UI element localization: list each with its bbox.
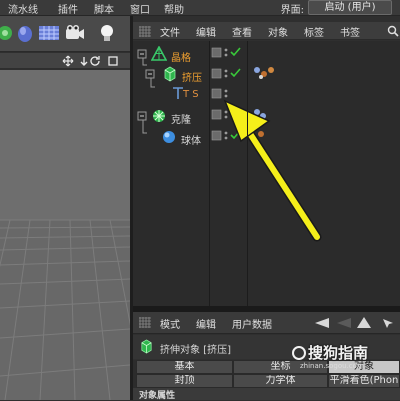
tab-phong[interactable]: 平滑着色(Phon	[328, 374, 400, 388]
tab-basic[interactable]: 基本	[136, 360, 233, 374]
menu-script[interactable]: 脚本	[94, 1, 114, 16]
attribute-object-title: 挤伸对象 [挤压]	[160, 345, 231, 356]
watermark-logo-icon	[292, 346, 306, 360]
3d-viewport[interactable]	[0, 70, 130, 400]
om-menu-bookmarks[interactable]: 书签	[340, 24, 360, 39]
layout-dropdown[interactable]: 启动 (用户)	[308, 0, 392, 15]
tab-dynamics[interactable]: 力学体	[233, 374, 328, 388]
main-menubar: 流水线 插件 脚本 窗口 帮助 界面: 启动 (用户)	[0, 0, 400, 16]
attribute-manager-menubar: 模式 编辑 用户数据	[133, 312, 400, 334]
menu-plugins[interactable]: 插件	[58, 1, 78, 16]
watermark: 搜狗指南	[292, 342, 368, 363]
section-title: 对象属性	[139, 391, 176, 401]
om-menu-view[interactable]: 查看	[232, 24, 252, 39]
left-toolbar	[0, 16, 130, 52]
viewport-header	[0, 53, 130, 69]
lattice-icon	[151, 46, 167, 61]
om-menu-edit[interactable]: 编辑	[196, 24, 216, 39]
am-menu-edit[interactable]: 编辑	[196, 316, 216, 331]
deformer-tool-icon[interactable]	[14, 22, 36, 44]
floor-tool-icon[interactable]	[38, 22, 60, 44]
om-menu-file[interactable]: 文件	[160, 24, 180, 39]
light-tool-icon[interactable]	[96, 22, 118, 44]
object-name-extrude[interactable]: 挤压	[182, 69, 202, 84]
panel-grip-icon[interactable]	[139, 317, 151, 328]
extrude-icon	[141, 339, 152, 354]
watermark-text: 搜狗指南	[308, 344, 369, 362]
column-separator	[209, 41, 210, 306]
viewport-nav-icons[interactable]	[62, 55, 122, 67]
object-manager-menubar: 文件 编辑 查看 对象 标签 书签	[133, 22, 400, 40]
am-menu-user-data[interactable]: 用户数据	[232, 316, 272, 331]
om-menu-tags[interactable]: 标签	[304, 24, 324, 39]
camera-tool-icon[interactable]	[64, 22, 86, 44]
object-manager-panel: 晶格 挤压 T S 克隆 球体	[133, 41, 400, 306]
viewport-grid	[0, 70, 130, 400]
om-menu-object[interactable]: 对象	[268, 24, 288, 39]
panel-grip-icon[interactable]	[139, 26, 151, 37]
object-name-cloner[interactable]: 克隆	[171, 111, 191, 126]
extrude-icon	[164, 66, 176, 82]
menu-help[interactable]: 帮助	[164, 1, 184, 16]
layout-label: 界面:	[280, 5, 304, 16]
menu-pipeline[interactable]: 流水线	[8, 1, 38, 16]
object-name-sphere[interactable]: 球体	[181, 132, 201, 147]
tab-caps[interactable]: 封顶	[136, 374, 233, 388]
menu-window[interactable]: 窗口	[130, 1, 150, 16]
watermark-url: zhinan.sogou.com	[300, 362, 364, 370]
column-separator	[247, 41, 248, 306]
cloner-icon	[153, 110, 165, 122]
annotation-arrow	[223, 99, 322, 242]
search-icon[interactable]	[387, 25, 399, 37]
am-menu-mode[interactable]: 模式	[160, 316, 180, 331]
object-name-lattice[interactable]: 晶格	[171, 49, 191, 64]
am-nav-icons[interactable]	[313, 316, 397, 330]
sphere-icon	[163, 131, 175, 143]
object-name-text-spline[interactable]: T S	[183, 89, 199, 100]
attribute-tabs-row-2: 封顶 力学体 平滑着色(Phon	[133, 374, 400, 388]
attribute-section-header: 对象属性	[133, 388, 400, 401]
